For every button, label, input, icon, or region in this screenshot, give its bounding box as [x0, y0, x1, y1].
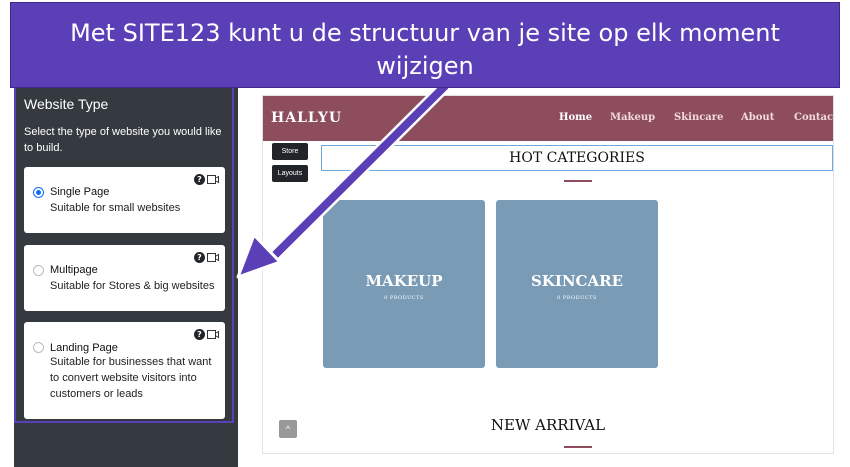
panel-description: Select the type of website you would lik… [24, 126, 222, 154]
hot-categories-heading[interactable]: HOT CATEGORIES [321, 145, 833, 171]
nav-contact[interactable]: Contact [794, 112, 833, 123]
option-multipage[interactable]: ? Multipage Suitable for Stores & big we… [24, 245, 225, 311]
site-logo[interactable]: HALLYU [271, 110, 342, 126]
radio-landing-page[interactable] [33, 342, 44, 353]
banner-line-2: wijzigen [376, 52, 474, 80]
tile-count: 0 PRODUCTS [384, 295, 424, 301]
option-title: Landing Page [50, 342, 118, 354]
option-description: Suitable for Stores & big websites [50, 280, 215, 292]
help-icon[interactable]: ? [194, 329, 205, 340]
site-preview: HALLYU Home Makeup Skincare About Contac… [262, 95, 834, 454]
tile-name: MAKEUP [365, 272, 443, 290]
help-icon[interactable]: ? [194, 252, 205, 263]
tile-name: SKINCARE [530, 272, 624, 290]
new-arrival-heading: NEW ARRIVAL [490, 416, 606, 434]
radio-single-page[interactable] [33, 187, 44, 198]
banner-line-1: Met SITE123 kunt u de structuur van je s… [70, 19, 780, 47]
help-icon[interactable]: ? [194, 174, 205, 185]
nav-about[interactable]: About [741, 112, 774, 123]
video-icon[interactable] [207, 253, 219, 262]
store-button[interactable]: Store [272, 143, 308, 160]
option-landing-page[interactable]: ? Landing Page Suitable for businesses t… [24, 322, 225, 419]
tile-count: 0 PRODUCTS [557, 295, 597, 301]
option-single-page[interactable]: ? Single Page Suitable for small website… [24, 167, 225, 233]
site-header: HALLYU Home Makeup Skincare About Contac… [263, 96, 833, 141]
layouts-button[interactable]: Layouts [272, 165, 308, 182]
option-title: Multipage [50, 264, 98, 276]
heading-underline [564, 180, 592, 182]
nav-home[interactable]: Home [559, 112, 592, 123]
video-icon[interactable] [207, 175, 219, 184]
category-tile-makeup[interactable]: MAKEUP 0 PRODUCTS [323, 200, 485, 368]
heading-banner: Met SITE123 kunt u de structuur van je s… [10, 2, 840, 88]
radio-multipage[interactable] [33, 265, 44, 276]
banner-text: Met SITE123 kunt u de structuur van je s… [11, 17, 839, 83]
option-title: Single Page [50, 186, 110, 198]
nav-makeup[interactable]: Makeup [610, 112, 655, 123]
category-tile-skincare[interactable]: SKINCARE 0 PRODUCTS [496, 200, 658, 368]
heading-underline [564, 446, 592, 448]
video-icon[interactable] [207, 330, 219, 339]
nav-skincare[interactable]: Skincare [674, 112, 723, 123]
option-description: Suitable for small websites [50, 202, 181, 214]
option-description: Suitable for businesses that want to con… [50, 356, 212, 400]
panel-title: Website Type [24, 96, 109, 112]
scroll-to-top-button[interactable]: ^ [279, 420, 297, 438]
